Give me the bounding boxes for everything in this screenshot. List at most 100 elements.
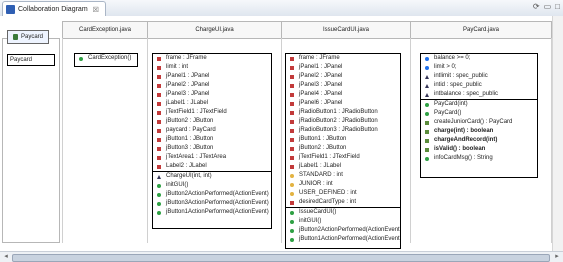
field-row[interactable]: desiredCardType : int — [286, 198, 400, 207]
chargeui-box[interactable]: frame : JFrame limit : int jPanel1 : JPa… — [152, 53, 272, 229]
method-row[interactable]: jButton2ActionPerformed(ActionEvent) — [286, 226, 400, 235]
field-row[interactable]: jPanel2 : JPanel — [153, 81, 271, 90]
method-row[interactable]: chargeAndRecord(int) — [421, 136, 537, 145]
field-row[interactable]: Label2 : JLabel — [153, 162, 271, 171]
scroll-left-icon[interactable]: ◂ — [2, 253, 10, 261]
field-row[interactable]: jRadioButton1 : JRadioButton — [286, 108, 400, 117]
paycard-selector-label: Paycard — [20, 34, 43, 40]
tab-collaboration-diagram[interactable]: Collaboration Diagram ☒ — [2, 1, 106, 17]
paycard-lifeline[interactable]: Paycard — [7, 54, 55, 66]
field-row[interactable]: intid : spec_public — [421, 81, 537, 90]
field-row[interactable]: jLabel1 : JLabel — [153, 99, 271, 108]
field-icon — [157, 110, 161, 115]
method-row[interactable]: createJuniorCard() : PayCard — [421, 118, 537, 127]
method-name: charge(int) : boolean — [434, 128, 494, 134]
field-icon — [290, 200, 294, 205]
constant-icon — [290, 173, 294, 178]
method-row[interactable]: jButton1ActionPerformed(ActionEvent) — [153, 208, 271, 217]
invariant-row[interactable]: balance >= 0; — [421, 54, 537, 63]
scroll-right-icon[interactable]: ▸ — [553, 253, 561, 261]
field-row[interactable]: intbalance : spec_public — [421, 90, 537, 99]
chargeui-fields: frame : JFrame limit : int jPanel1 : JPa… — [153, 54, 271, 172]
method-row[interactable]: jButton1ActionPerformed(ActionEvent) — [286, 235, 400, 244]
field-name: jPanel3 : JPanel — [166, 91, 210, 97]
field-icon — [157, 56, 161, 61]
field-row[interactable]: jButton2 : JButton — [286, 144, 400, 153]
field-row[interactable]: jTextField1 : JTextField — [153, 108, 271, 117]
column-header-chargeui: ChargeUI.java — [147, 21, 282, 39]
method-row[interactable]: PayCard(int) — [421, 100, 537, 109]
field-name: USER_DEFINED : int — [299, 190, 357, 196]
method-row[interactable]: initGUI() — [153, 181, 271, 190]
field-row[interactable]: jRadioButton2 : JRadioButton — [286, 117, 400, 126]
field-row[interactable]: jLabel1 : JLabel — [286, 162, 400, 171]
constant-row[interactable]: USER_DEFINED : int — [286, 189, 400, 198]
diagram-canvas[interactable]: CardException.java ChargeUI.java IssueCa… — [0, 16, 563, 251]
field-row[interactable]: jPanel3 : JPanel — [153, 90, 271, 99]
field-row[interactable]: jRadioButton3 : JRadioButton — [286, 126, 400, 135]
field-row[interactable]: jButton2 : JButton — [153, 117, 271, 126]
method-row[interactable]: initGUI() — [286, 217, 400, 226]
field-name: jRadioButton2 : JRadioButton — [299, 118, 378, 124]
vertical-scrollbar[interactable] — [552, 16, 563, 251]
field-name: jPanel1 : JPanel — [299, 64, 343, 70]
field-name: frame : JFrame — [299, 55, 340, 61]
class-icon — [12, 34, 18, 40]
method-row[interactable]: isValid() : boolean — [421, 145, 537, 154]
method-icon — [290, 228, 294, 233]
method-row[interactable]: PayCard() — [421, 109, 537, 118]
paycard-selector[interactable]: Paycard — [7, 30, 49, 44]
constant-row[interactable]: STANDARD : int — [286, 171, 400, 180]
maximize-icon[interactable]: □ — [555, 3, 560, 11]
close-icon[interactable]: ☒ — [93, 6, 99, 14]
method-name: infoCardMsg() : String — [434, 155, 493, 161]
field-row[interactable]: jPanel1 : JPanel — [153, 72, 271, 81]
horizontal-scrollbar[interactable]: ◂ ▸ — [0, 251, 563, 262]
field-name: jTextArea1 : JTextArea — [166, 154, 227, 160]
field-icon — [157, 146, 161, 151]
method-row[interactable]: charge(int) : boolean — [421, 127, 537, 136]
field-row[interactable]: jButton1 : JButton — [153, 135, 271, 144]
field-name: limit : int — [166, 64, 189, 70]
field-row[interactable]: limit : int — [153, 63, 271, 72]
method-icon — [425, 156, 429, 161]
field-row[interactable]: jPanel6 : JPanel — [286, 99, 400, 108]
field-icon — [290, 164, 294, 169]
cardexception-box[interactable]: CardException() — [74, 53, 138, 67]
field-row[interactable]: paycard : PayCard — [153, 126, 271, 135]
issuecardui-box[interactable]: frame : JFrame jPanel1 : JPanel jPanel2 … — [285, 53, 401, 249]
field-row[interactable]: jPanel2 : JPanel — [286, 72, 400, 81]
field-row[interactable]: jButton1 : JButton — [286, 135, 400, 144]
method-name: PayCard() — [434, 110, 462, 116]
constant-row[interactable]: JUNIOR : int — [286, 180, 400, 189]
field-row[interactable]: frame : JFrame — [286, 54, 400, 63]
constructor-row[interactable]: ChargeUI(int, int) — [153, 172, 271, 181]
invariant-row[interactable]: limit > 0; — [421, 63, 537, 72]
field-row[interactable]: jTextField1 : JTextField — [286, 153, 400, 162]
method-row[interactable]: IssueCardUI() — [286, 208, 400, 217]
constructor-icon — [157, 174, 161, 179]
field-name: jPanel6 : JPanel — [299, 100, 343, 106]
invariant-icon — [425, 65, 429, 70]
field-icon — [425, 74, 429, 79]
field-row[interactable]: frame : JFrame — [153, 54, 271, 63]
paycard-box[interactable]: balance >= 0; limit > 0; intlimit : spec… — [420, 53, 538, 178]
method-row[interactable]: jButton3ActionPerformed(ActionEvent) — [153, 199, 271, 208]
field-row[interactable]: jPanel4 : JPanel — [286, 90, 400, 99]
field-name: paycard : PayCard — [166, 127, 216, 133]
method-row[interactable]: infoCardMsg() : String — [421, 154, 537, 163]
minimize-icon[interactable]: ▭ — [544, 3, 552, 11]
field-icon — [290, 101, 294, 106]
field-row[interactable]: intlimit : spec_public — [421, 72, 537, 81]
constant-icon — [290, 191, 294, 196]
method-row[interactable]: jButton2ActionPerformed(ActionEvent) — [153, 190, 271, 199]
method-icon — [425, 120, 429, 125]
field-row[interactable]: jTextArea1 : JTextArea — [153, 153, 271, 162]
invariant-text: balance >= 0; — [434, 55, 471, 61]
sync-icon[interactable]: ⟳ — [533, 3, 540, 11]
field-row[interactable]: jPanel3 : JPanel — [286, 81, 400, 90]
field-row[interactable]: jButton3 : JButton — [153, 144, 271, 153]
field-name: jPanel3 : JPanel — [299, 82, 343, 88]
method-row[interactable]: CardException() — [75, 54, 137, 63]
field-row[interactable]: jPanel1 : JPanel — [286, 63, 400, 72]
